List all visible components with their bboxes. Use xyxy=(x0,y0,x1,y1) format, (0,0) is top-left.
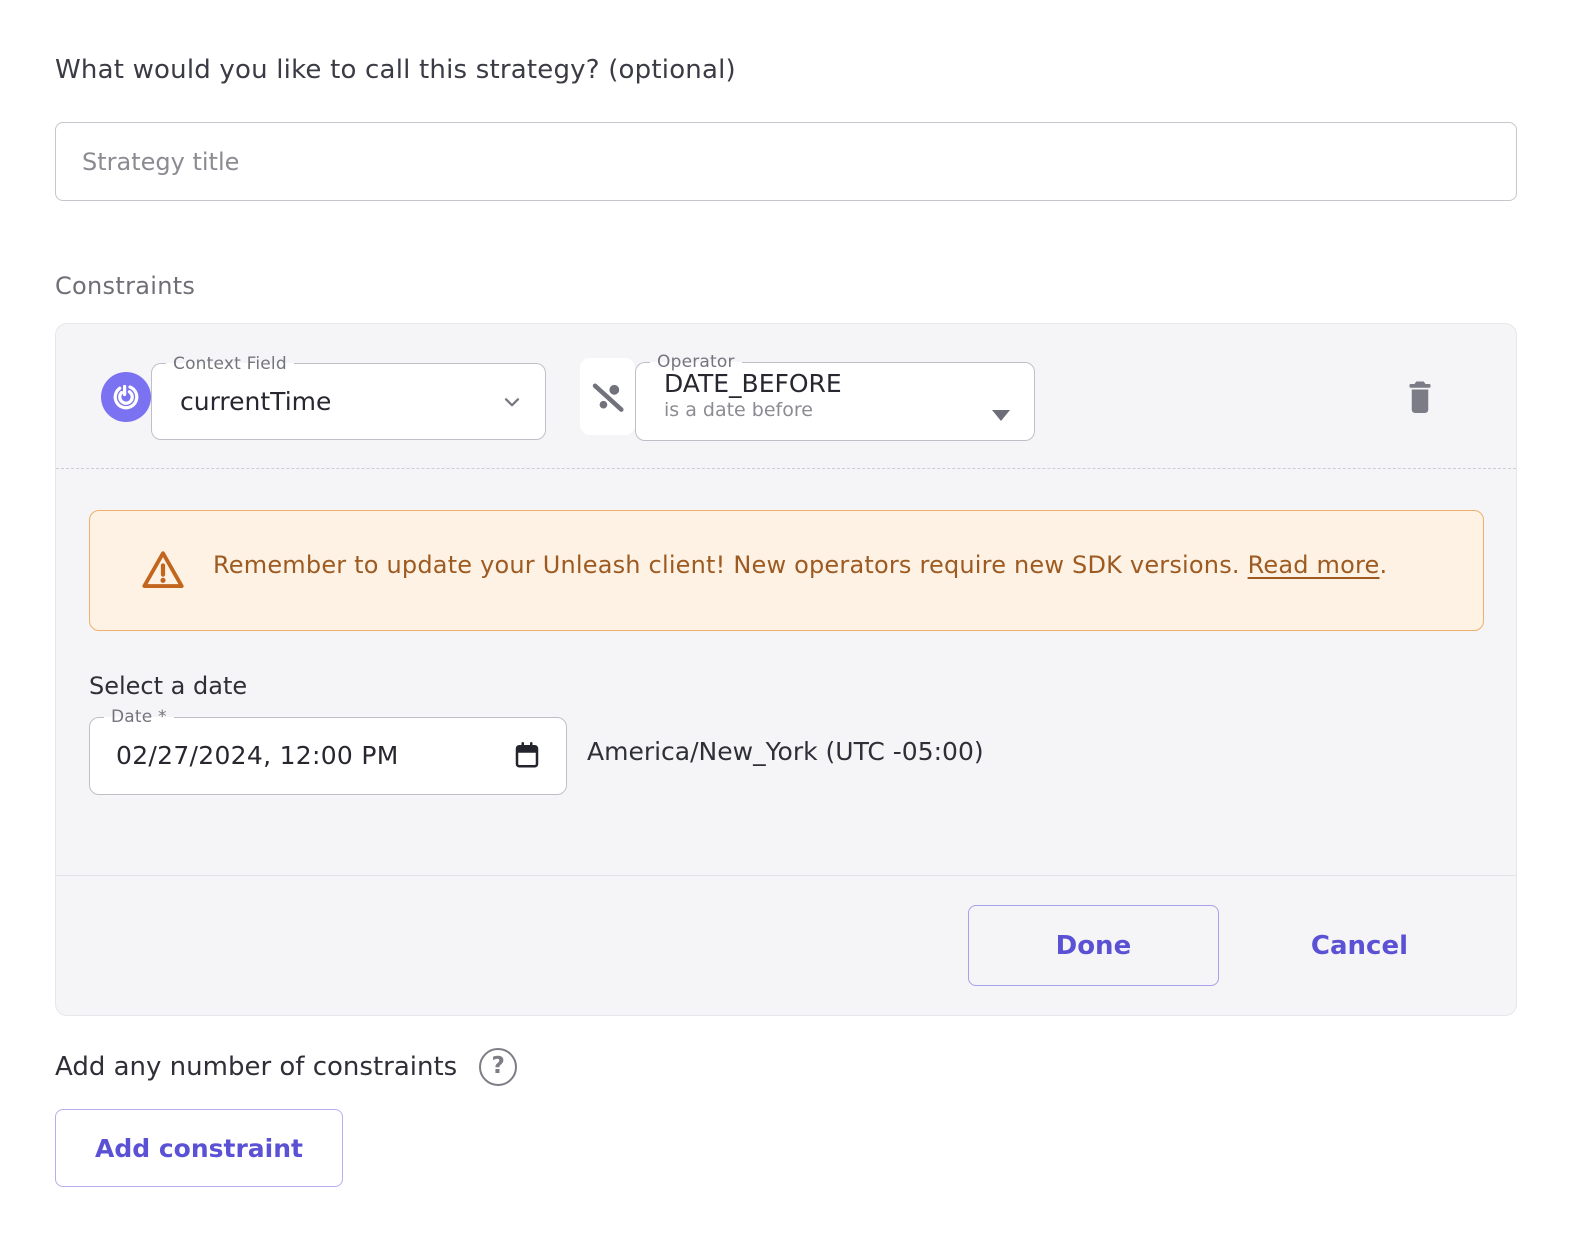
operator-select[interactable]: Operator DATE_BEFORE is a date before xyxy=(635,352,1035,441)
cancel-button[interactable]: Cancel xyxy=(1297,921,1422,971)
date-field-label: Date * xyxy=(104,707,174,727)
timezone-label: America/New_York (UTC -05:00) xyxy=(587,737,984,766)
delete-constraint-button[interactable] xyxy=(1399,372,1441,422)
help-icon[interactable]: ? xyxy=(479,1048,517,1086)
trash-icon xyxy=(1405,378,1435,416)
constraint-card: Context Field currentTime xyxy=(55,323,1517,1016)
date-row: Date * 02/27/2024, 12:00 PM xyxy=(89,707,1484,795)
constraint-body: Remember to update your Unleash client! … xyxy=(56,469,1516,875)
dropdown-arrow-icon xyxy=(992,410,1010,421)
negate-exclamation-slash-icon xyxy=(587,376,629,418)
operator-description: is a date before xyxy=(664,398,1014,422)
strategy-constraints-page: What would you like to call this strateg… xyxy=(0,0,1572,1187)
date-input-field[interactable]: Date * 02/27/2024, 12:00 PM xyxy=(89,707,567,795)
constraint-header: Context Field currentTime xyxy=(56,324,1516,468)
chevron-down-icon xyxy=(499,389,525,415)
date-value: 02/27/2024, 12:00 PM xyxy=(116,741,399,770)
done-button[interactable]: Done xyxy=(968,905,1219,986)
negate-constraint-toggle[interactable] xyxy=(580,358,635,435)
sdk-warning-alert: Remember to update your Unleash client! … xyxy=(89,510,1484,631)
read-more-link[interactable]: Read more xyxy=(1248,551,1380,579)
strategy-name-question: What would you like to call this strateg… xyxy=(55,55,1517,85)
add-constraints-helper: Add any number of constraints ? xyxy=(55,1048,1517,1086)
constraint-footer: Done Cancel xyxy=(56,875,1516,1015)
add-constraints-helper-text: Add any number of constraints xyxy=(55,1052,457,1082)
context-field-label: Context Field xyxy=(166,354,294,374)
add-constraint-button[interactable]: Add constraint xyxy=(55,1109,343,1187)
sdk-warning-message: Remember to update your Unleash client! … xyxy=(213,551,1248,579)
calendar-icon[interactable] xyxy=(512,740,542,770)
constraints-section-label: Constraints xyxy=(55,272,1517,300)
constraint-target-icon xyxy=(101,372,151,422)
warning-triangle-icon xyxy=(140,549,186,595)
strategy-title-input[interactable] xyxy=(55,122,1517,201)
sdk-warning-text: Remember to update your Unleash client! … xyxy=(213,546,1387,585)
sdk-warning-period: . xyxy=(1380,551,1388,579)
context-field-select[interactable]: Context Field currentTime xyxy=(151,354,546,440)
select-date-heading: Select a date xyxy=(89,672,1484,700)
operator-value: DATE_BEFORE xyxy=(664,370,1014,398)
context-field-value: currentTime xyxy=(180,387,331,416)
